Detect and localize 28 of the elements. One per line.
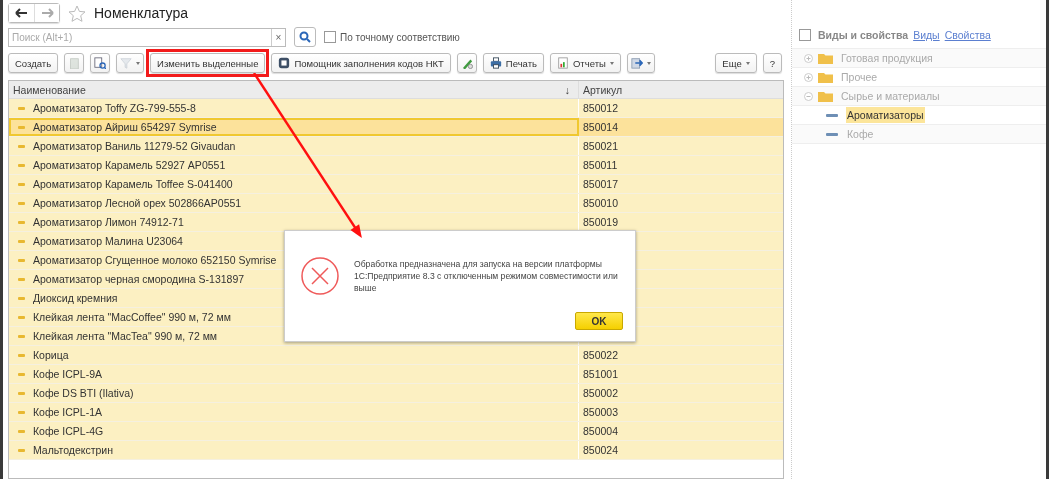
table-cell-text: 850004 [582,424,620,439]
table-cell: Ароматизатор Ваниль 11279-52 Givaudan [9,137,579,155]
table-cell-text: 850024 [582,443,620,458]
table-cell: Мальтодекстрин [9,441,579,459]
table-cell-text: 850011 [582,158,619,173]
table-cell: Ароматизатор Карамель 52927 AP0551 [9,156,579,174]
table-cell-text: 850002 [582,386,620,401]
table-cell: Кофе DS BTI (Ilativa) [9,384,579,402]
table-cell-text: 850019 [582,215,620,230]
table-cell-text: 850017 [582,177,620,192]
table-cell: Кофе ICPL-9A [9,365,579,383]
table-cell-text: 850022 [582,348,620,363]
table-cell: Ароматизатор Карамель Toffee S-041400 [9,175,579,193]
table-cell-text: 851001 [582,367,620,382]
checkbox-label: По точному соответствию [340,31,460,43]
table-cell-text: 850014 [582,120,620,135]
table-cell-text: 850010 [582,196,620,211]
table-cell: Ароматизатор Toffy ZG-799-555-8 [9,99,579,117]
window-title: Номенклатура [94,5,188,21]
table-cell: Кофе ICPL-4G [9,422,579,440]
checkbox-label: Виды и свойства [818,29,909,41]
table-cell-text: 850012 [582,101,620,116]
table-cell: Кофе ICPL-1A [9,403,579,421]
table-cell-text: 850021 [582,139,620,154]
table-cell: Ароматизатор Лесной орех 502866AP0551 [9,194,579,212]
table-cell: Корица [9,346,579,364]
table-cell: Ароматизатор Айриш 654297 Symrise [9,118,579,136]
table-cell-text: 850003 [582,405,620,420]
